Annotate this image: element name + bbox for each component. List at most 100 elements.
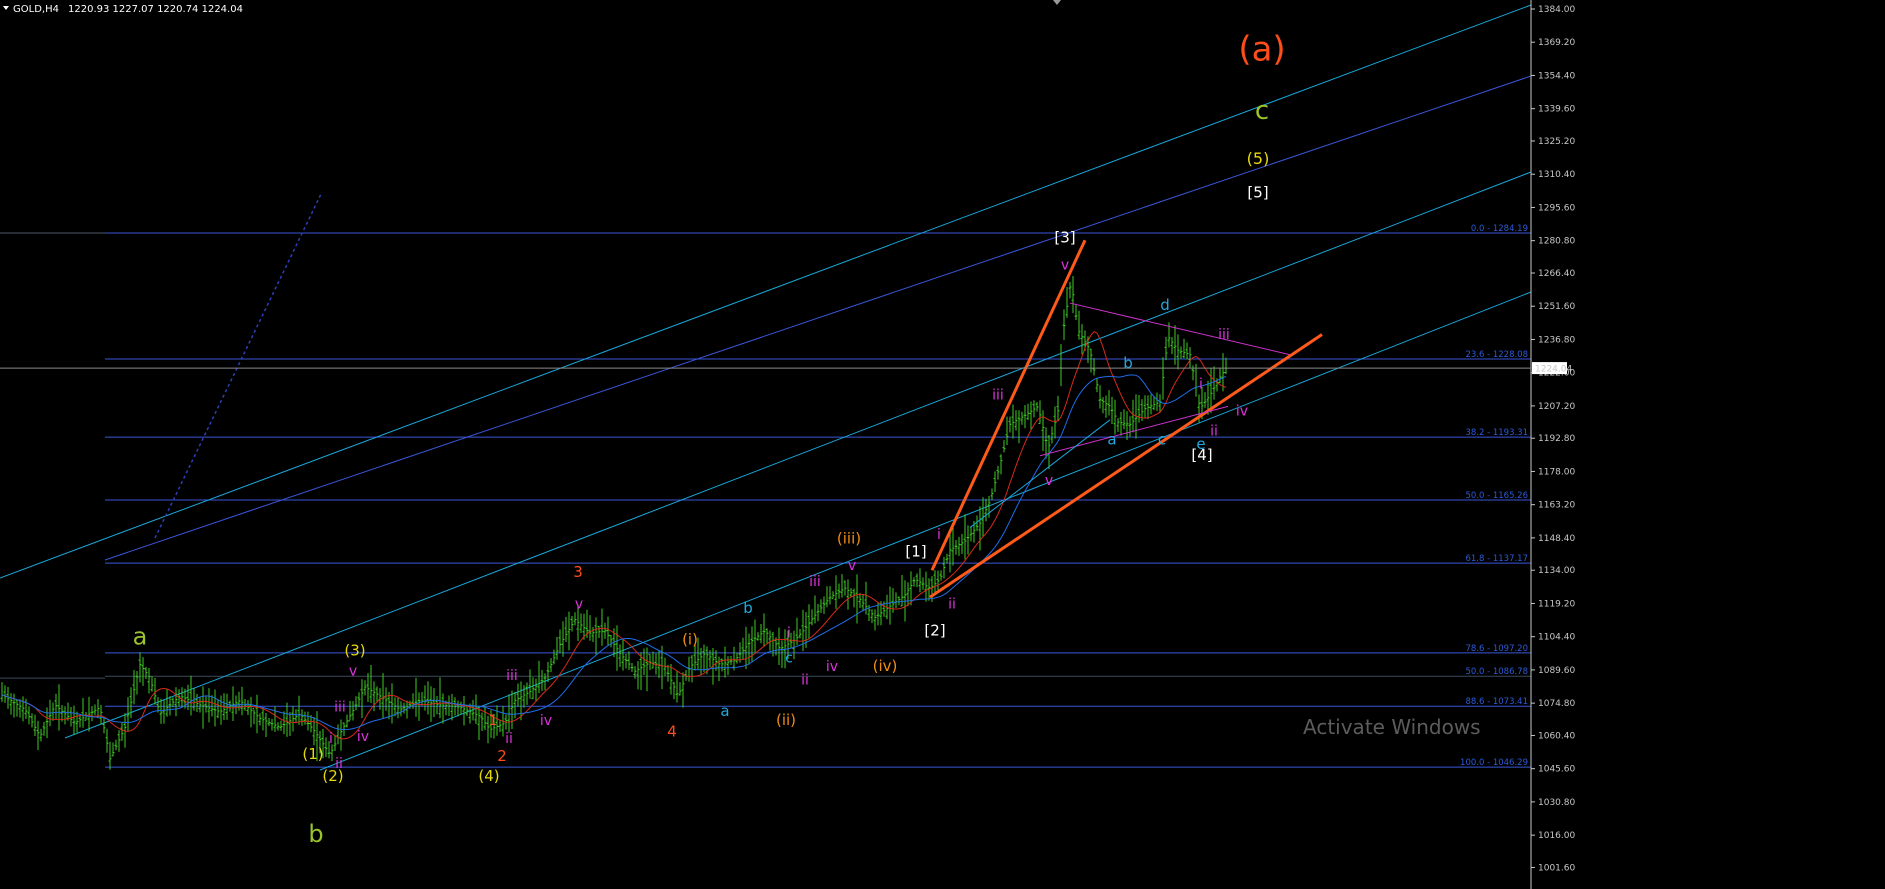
wave-label: (a) [1238, 30, 1285, 70]
activate-windows-watermark: Activate Windows [1303, 715, 1481, 739]
y-tick-label: 1384.00 [1538, 5, 1575, 15]
wave-label: b [308, 820, 323, 848]
wave-label: (4) [478, 767, 499, 785]
ohlc-quote: 1220.93 1227.07 1220.74 1224.04 [68, 4, 243, 15]
price-chart[interactable]: 0.0 - 1284.19 23.6 - 1228.08 38.2 - 1193.3… [0, 0, 1885, 889]
y-tick-label: 1266.40 [1538, 269, 1575, 279]
chart-header: GOLD,H4 1220.93 1227.07 1220.74 1224.04 [3, 4, 243, 15]
y-tick-label: 1074.80 [1538, 699, 1575, 709]
fibonacci-levels: 0.0 - 1284.19 23.6 - 1228.08 38.2 - 1193.3… [0, 224, 1531, 768]
wave-label: (iv) [873, 657, 898, 675]
wave-label: [3] [1054, 228, 1075, 246]
scroll-marker-icon [1053, 0, 1061, 5]
wave-label: iii [809, 574, 821, 590]
wave-label: (iii) [837, 529, 861, 547]
symbol-dropdown-icon[interactable] [3, 6, 9, 10]
fib-level-label: 23.6 - 1228.08 [1465, 350, 1528, 360]
y-tick-label: 1060.40 [1538, 731, 1575, 741]
dashed-projection-line [154, 191, 323, 539]
y-tick-label: 1354.40 [1538, 71, 1575, 81]
fib-level-label: 0.0 - 1284.19 [1471, 224, 1528, 234]
y-tick-label: 1325.20 [1538, 137, 1575, 147]
y-tick-label: 1089.60 [1538, 666, 1575, 676]
wave-label: v [848, 558, 856, 574]
wave-label: c [1255, 96, 1269, 126]
wave-base-line [969, 419, 1111, 528]
y-tick-label: 1163.20 [1538, 501, 1575, 511]
wave-label: ii [801, 673, 809, 689]
orange-trendline [929, 333, 1323, 599]
wave-label: v [1045, 473, 1053, 489]
wave-label: i [1199, 376, 1203, 392]
y-tick-label: 1369.20 [1538, 38, 1575, 48]
orange-trendline [930, 239, 1087, 571]
wave-label: [4] [1191, 446, 1212, 464]
wave-label: i [937, 527, 941, 543]
wave-label: iii [506, 668, 518, 684]
wave-label: iii [1218, 327, 1230, 343]
wave-label: v [349, 664, 357, 680]
wave-label: a [720, 702, 729, 720]
y-tick-label: 1001.60 [1538, 863, 1575, 873]
wave-label: [2] [924, 621, 945, 639]
fib-level-label: 50.0 - 1086.78 [1465, 667, 1528, 677]
wave-label: [5] [1247, 184, 1268, 202]
fib-level-label: 88.6 - 1073.41 [1465, 697, 1528, 707]
axis-background [1531, 0, 1885, 889]
symbol-label: GOLD,H4 [13, 4, 59, 15]
wave-labels: (a)c(5)[5][3]vdiiibiiiiiviiea c[4]v(iii) i… [133, 30, 1286, 848]
channel-upper-line [0, 4, 1532, 579]
wave-label: i [329, 731, 333, 747]
y-tick-label: 1310.40 [1538, 170, 1575, 180]
y-tick-label: 1104.40 [1538, 633, 1575, 643]
y-tick-label: 1134.00 [1538, 566, 1575, 576]
y-tick-label: 1030.80 [1538, 798, 1575, 808]
y-tick-label: 1295.60 [1538, 203, 1575, 213]
trend-overlays [929, 239, 1323, 599]
y-tick-label: 1236.80 [1538, 335, 1575, 345]
channel-lower-line [319, 291, 1532, 771]
fib-level-label: 78.6 - 1097.20 [1465, 644, 1528, 654]
wave-label: i [787, 626, 791, 642]
y-tick-label: 1207.20 [1538, 402, 1575, 412]
wave-label: iv [826, 659, 838, 675]
wave-label: 4 [667, 722, 677, 740]
wave-label: iii [992, 388, 1004, 404]
wave-label: iv [1236, 403, 1248, 419]
wave-label: (5) [1247, 149, 1270, 168]
fib-level-label: 50.0 - 1165.26 [1465, 491, 1528, 501]
channel-outer-line [104, 75, 1532, 561]
wave-label: ii [948, 596, 956, 612]
y-tick-label: 1280.80 [1538, 237, 1575, 247]
wave-label: ii [505, 731, 513, 747]
fib-level-label: 61.8 - 1137.17 [1465, 554, 1528, 564]
y-tick-label: 1045.60 [1538, 765, 1575, 775]
wave-label: 1 [489, 713, 498, 729]
wave-label: (i) [682, 630, 698, 648]
y-tick-label: 1148.40 [1538, 534, 1575, 544]
wave-label: d [1160, 296, 1170, 314]
wave-label: a [133, 622, 148, 650]
wave-label: 3 [573, 563, 583, 581]
wave-label: b [743, 599, 753, 617]
y-tick-label: 1016.00 [1538, 831, 1575, 841]
wave-label: a [1107, 431, 1116, 449]
y-tick-label: 1119.20 [1538, 599, 1575, 609]
price-axis: 1384.00 1369.20 1354.40 1339.60 1325.20 1310.… [0, 0, 1885, 889]
wave-label: 2 [497, 747, 507, 765]
y-tick-label: 1251.60 [1538, 302, 1575, 312]
wave-label: v [1061, 257, 1069, 273]
wave-label: iv [540, 713, 552, 729]
last-price-label: 1224.04 [1535, 365, 1572, 375]
moving-average-red-line [1, 331, 1227, 740]
y-tick-label: 1339.60 [1538, 105, 1575, 115]
wave-label: (ii) [776, 711, 796, 729]
wave-label: c [785, 650, 793, 666]
wave-label: c [1158, 431, 1166, 449]
fib-level-label: 100.0 - 1046.29 [1460, 758, 1528, 768]
wave-label: b [1123, 354, 1133, 372]
fib-level-label: 38.2 - 1193.31 [1465, 428, 1528, 438]
wave-label: iii [334, 700, 346, 716]
wave-label: ii [1210, 424, 1218, 440]
wave-label: [1] [905, 543, 926, 561]
